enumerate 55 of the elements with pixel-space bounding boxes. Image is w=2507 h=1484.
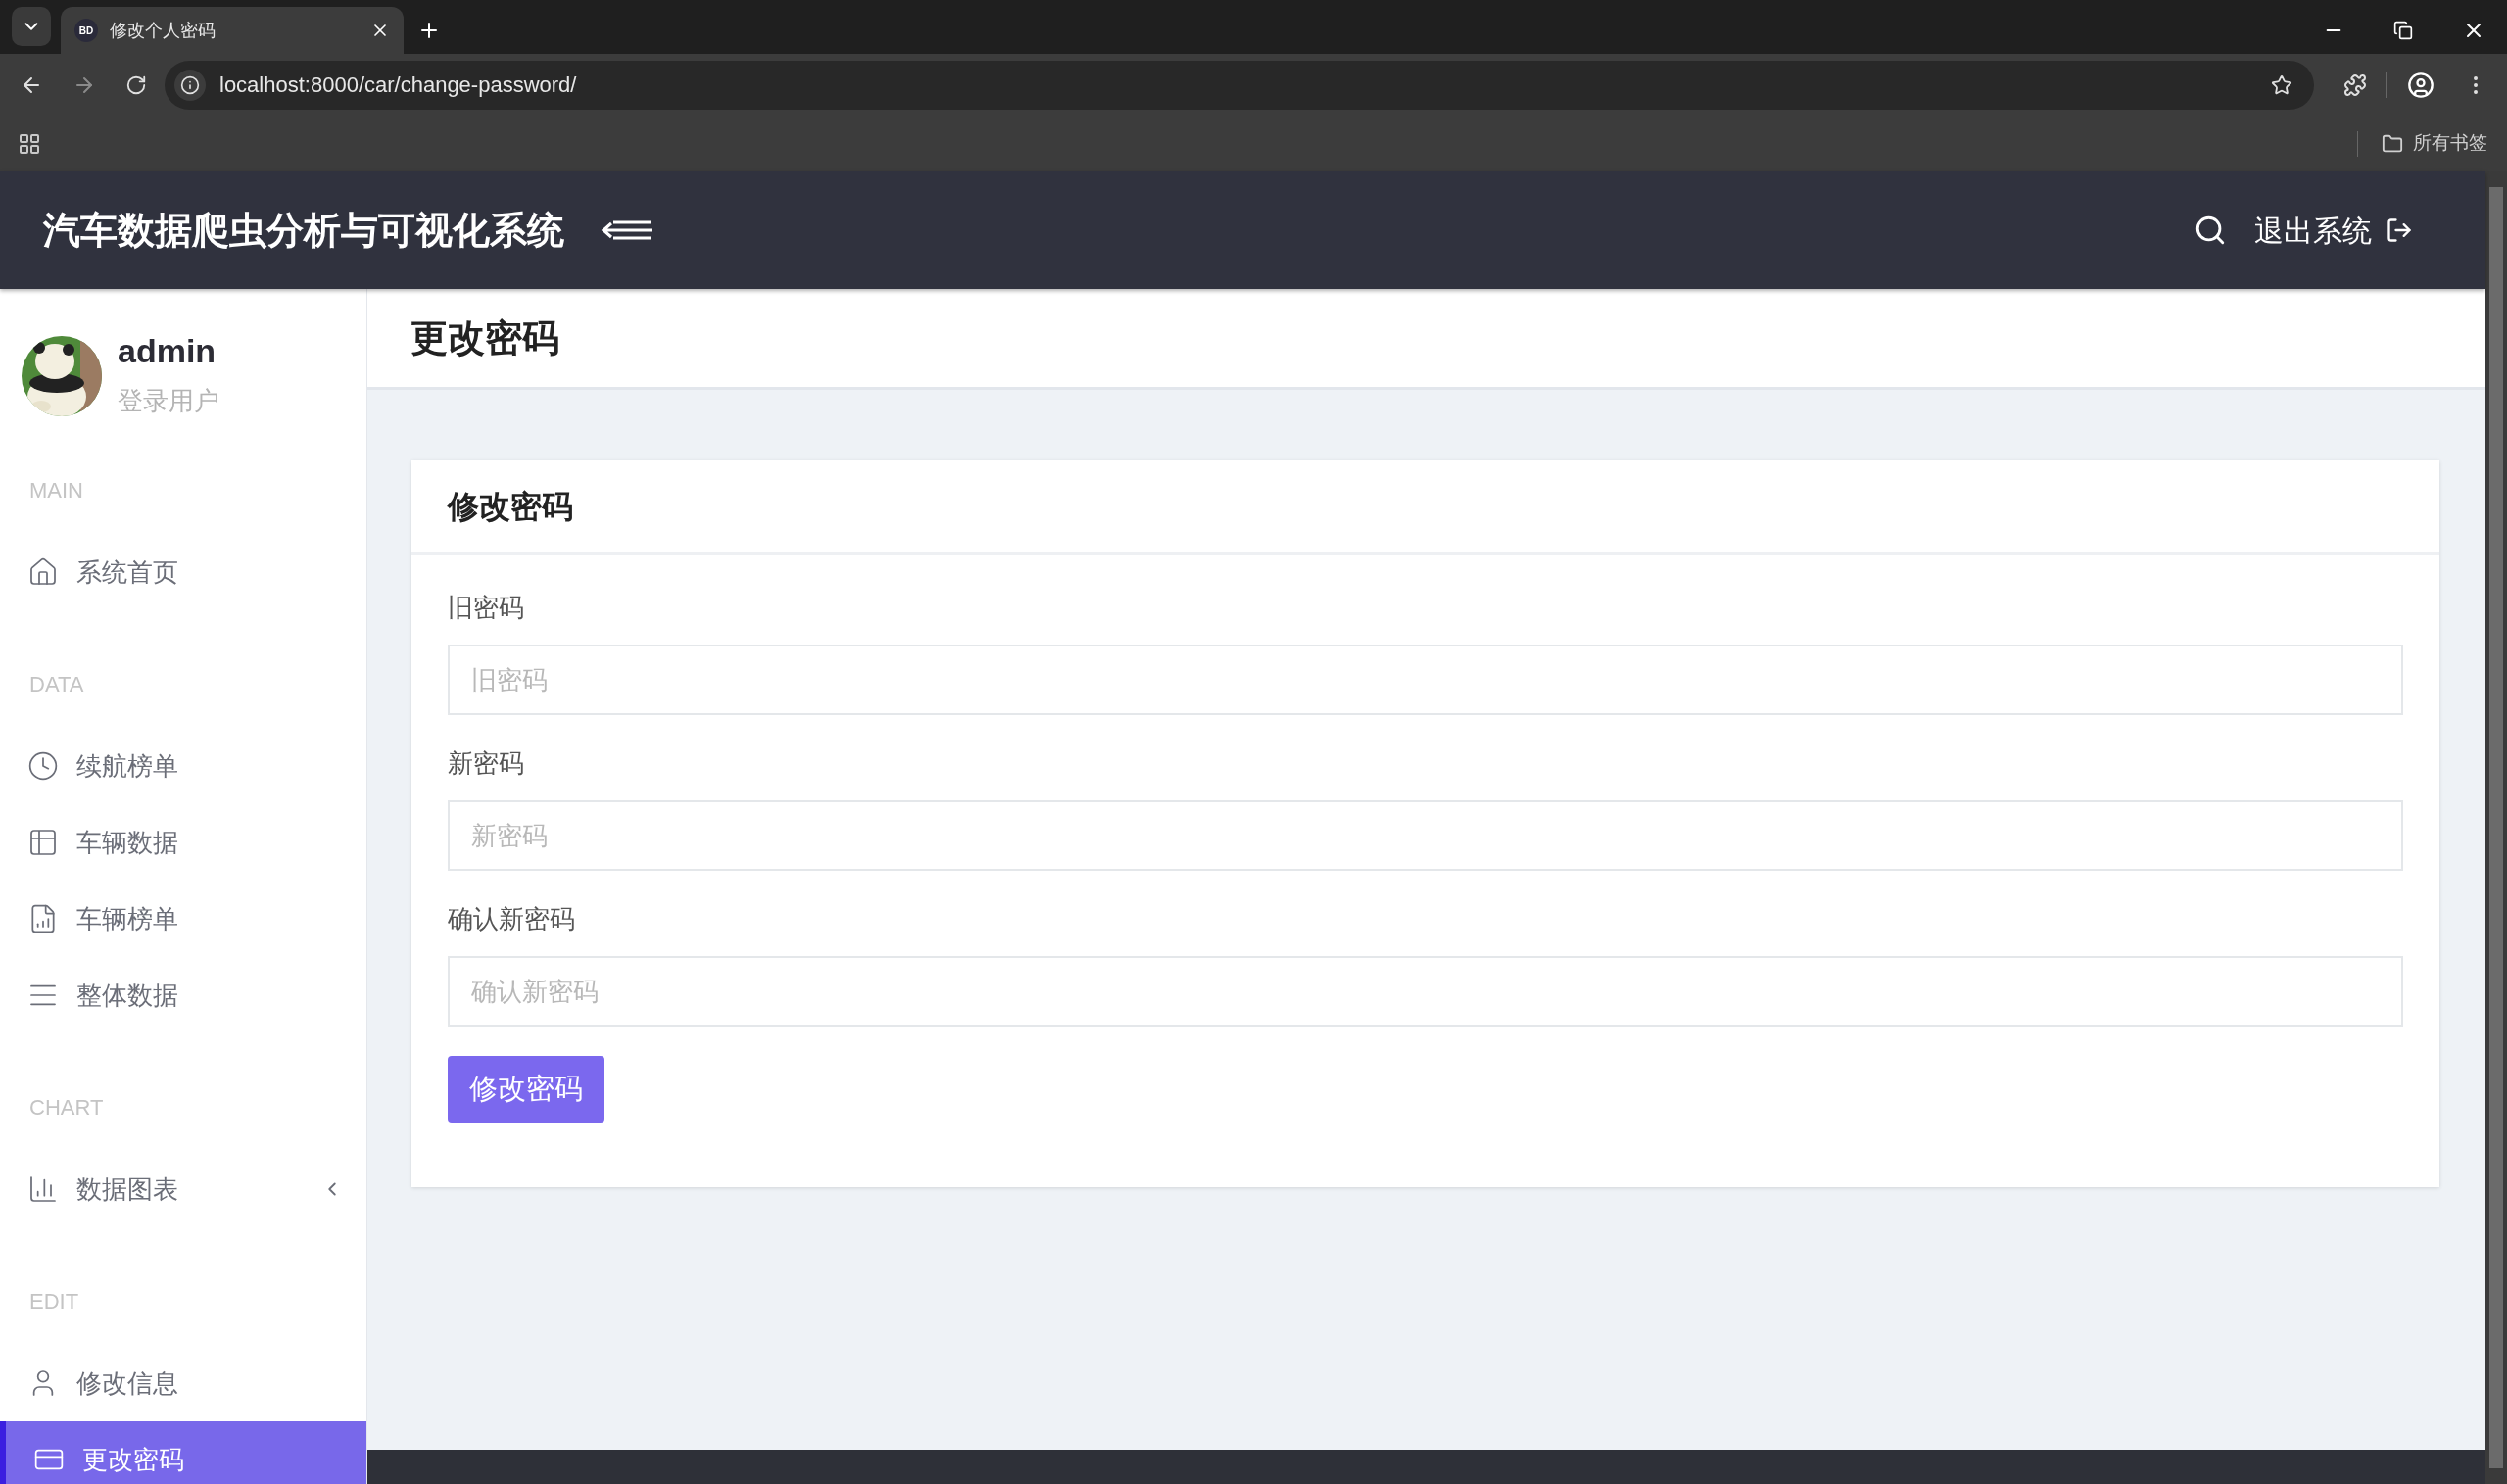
input-field[interactable]: 新密码 bbox=[448, 800, 2403, 871]
sidebar-item[interactable]: 数据图表 bbox=[0, 1151, 366, 1227]
field-label: 确认新密码 bbox=[448, 903, 576, 935]
bookmark-star-icon[interactable] bbox=[2271, 73, 2292, 96]
sidebar-item-label: 整体数据 bbox=[76, 979, 179, 1012]
input-field[interactable]: 确认新密码 bbox=[448, 956, 2403, 1027]
apps-icon[interactable] bbox=[18, 131, 41, 156]
site-title: 汽车数据爬虫分析与可视化系统 bbox=[43, 208, 564, 253]
sidebar-item-label: 更改密码 bbox=[82, 1443, 185, 1476]
user-name: admin bbox=[118, 331, 217, 371]
logout-icon bbox=[2386, 216, 2413, 244]
extensions-icon[interactable] bbox=[2343, 72, 2367, 97]
tab-favicon: BD bbox=[74, 19, 98, 42]
user-role: 登录用户 bbox=[118, 385, 219, 417]
card-title: 修改密码 bbox=[448, 488, 573, 526]
sidebar-item[interactable]: 续航榜单 bbox=[0, 728, 366, 804]
section-label: DATA bbox=[28, 671, 85, 698]
sidebar-item[interactable]: 修改信息 bbox=[0, 1345, 366, 1421]
bookmarks-folder[interactable]: 所有书签 bbox=[2382, 129, 2487, 158]
sidebar-item[interactable]: 整体数据 bbox=[0, 957, 366, 1033]
section-label: MAIN bbox=[28, 477, 84, 504]
submit-button[interactable]: 修改密码 bbox=[448, 1056, 604, 1123]
sidebar-item[interactable]: 车辆数据 bbox=[0, 804, 366, 881]
sidebar-item-label: 系统首页 bbox=[76, 555, 179, 589]
field-label: 新密码 bbox=[448, 747, 525, 780]
logout-button[interactable]: 退出系统 bbox=[2254, 208, 2413, 253]
house-icon bbox=[27, 556, 59, 588]
clock-icon bbox=[27, 750, 59, 782]
search-icon[interactable] bbox=[2194, 214, 2227, 247]
sidebar-item-label: 车辆数据 bbox=[76, 826, 179, 859]
sidebar-item[interactable]: 车辆榜单 bbox=[0, 881, 366, 957]
sidebar-item-label: 数据图表 bbox=[76, 1173, 179, 1206]
section-label: EDIT bbox=[28, 1288, 80, 1316]
input-field[interactable]: 旧密码 bbox=[448, 645, 2403, 715]
section-label: CHART bbox=[28, 1094, 105, 1122]
browser-tab[interactable]: BD 修改个人密码 bbox=[61, 7, 404, 54]
sidebar-item-label: 修改信息 bbox=[76, 1366, 179, 1400]
folder-icon bbox=[2382, 132, 2403, 155]
sidebar-item[interactable]: 系统首页 bbox=[0, 534, 366, 610]
reload-icon[interactable] bbox=[125, 73, 147, 96]
sidebar-item-label: 续航榜单 bbox=[76, 749, 179, 783]
tab-list-button[interactable] bbox=[12, 7, 51, 46]
restore-icon[interactable] bbox=[2393, 21, 2413, 40]
profile-icon[interactable] bbox=[2407, 71, 2435, 99]
address-bar[interactable]: localhost:8000/car/change-password/ bbox=[165, 60, 2314, 110]
table-icon bbox=[27, 827, 59, 858]
field-label: 旧密码 bbox=[448, 592, 525, 624]
bar-chart-icon bbox=[27, 1173, 59, 1205]
info-icon[interactable] bbox=[180, 74, 200, 95]
url-text: localhost:8000/car/change-password/ bbox=[219, 72, 578, 99]
sidebar-item[interactable]: 更改密码 bbox=[0, 1421, 366, 1484]
tab-title: 修改个人密码 bbox=[110, 19, 217, 42]
scrollbar-thumb[interactable] bbox=[2489, 187, 2503, 1468]
page-title: 更改密码 bbox=[410, 315, 559, 360]
sidebar-item-label: 车辆榜单 bbox=[76, 902, 179, 935]
